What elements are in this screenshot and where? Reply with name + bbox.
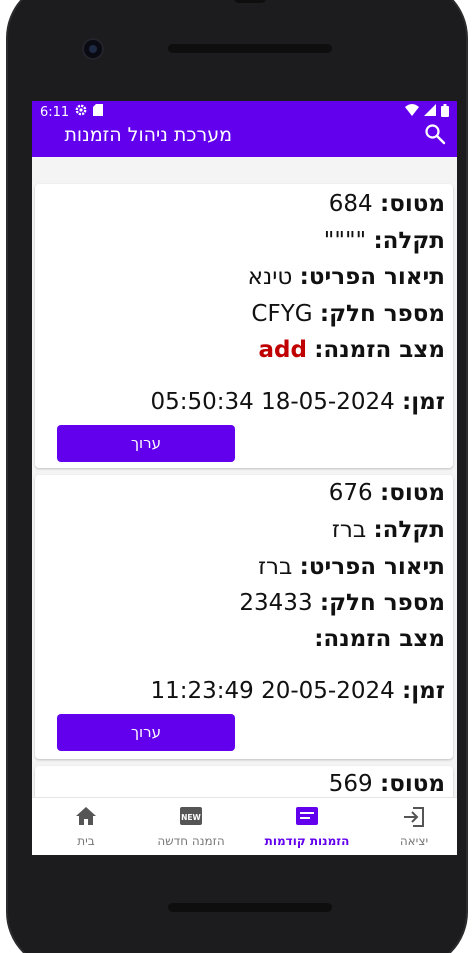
- part-number-row: מספר חלק: CFYG: [251, 299, 445, 329]
- status-bar: 6:11: [32, 101, 457, 123]
- orders-list[interactable]: מטוס: 684 תקלה: """" תיאור הפריט: טינא מ…: [32, 157, 457, 797]
- wifi-icon: [405, 104, 419, 120]
- fault-row: תקלה: ברז: [332, 515, 445, 545]
- settings-gear-icon: [75, 104, 87, 120]
- front-camera: [82, 38, 104, 60]
- flight-value: 684: [328, 191, 373, 217]
- signal-icon: [424, 104, 436, 120]
- item-desc-row: תיאור הפריט: טינא: [248, 262, 445, 292]
- time-row: זמן: 18-05-2024 05:50:34: [150, 387, 445, 417]
- order-status-row: מצב הזמנה:: [314, 624, 445, 654]
- flight-label: מטוס:: [380, 480, 445, 506]
- flight-row: מטוס: 684: [329, 189, 445, 219]
- battery-icon: [441, 103, 449, 121]
- part-number-value: 23433: [239, 590, 313, 616]
- app-title: מערכת ניהול הזמנות: [64, 124, 232, 146]
- nav-item-new-order[interactable]: NEW הזמנה חדשה: [144, 798, 238, 855]
- time-value: 20-05-2024 11:23:49: [150, 678, 395, 704]
- search-button[interactable]: [420, 123, 446, 149]
- part-number-row: מספר חלק: 23433: [239, 588, 445, 618]
- order-card: מטוס: 684 תקלה: """" תיאור הפריט: טינא מ…: [35, 184, 453, 468]
- time-label: זמן:: [402, 678, 445, 704]
- status-time: 6:11: [40, 104, 70, 120]
- app-bar: מערכת ניהול הזמנות: [32, 123, 457, 157]
- phone-frame: 6:11 מערכת ניהול הזמנות מטוס: 684 תקלה: …: [0, 0, 474, 953]
- order-status-label: מצב הזמנה:: [314, 626, 445, 652]
- svg-text:NEW: NEW: [181, 813, 201, 822]
- fault-value: ברז: [331, 517, 367, 543]
- item-desc-label: תיאור הפריט:: [299, 554, 445, 580]
- edit-button[interactable]: ערוך: [57, 425, 235, 462]
- new-badge-icon: NEW: [180, 806, 202, 829]
- bottom-navigation: יציאה הזמנות קודמות NEW הזמנה חדשה בית: [32, 797, 457, 855]
- edit-button[interactable]: ערוך: [57, 714, 235, 751]
- flight-label: מטוס:: [380, 771, 445, 797]
- flight-value: 676: [328, 480, 373, 506]
- nav-label-logout: יציאה: [399, 834, 429, 848]
- order-card: מטוס: 569: [35, 766, 453, 797]
- item-desc-label: תיאור הפריט:: [299, 264, 445, 290]
- order-status-row: מצב הזמנה: add: [258, 335, 445, 365]
- phone-top-notch: [234, 0, 266, 3]
- nav-item-previous-orders[interactable]: הזמנות קודמות: [250, 798, 364, 855]
- flight-value: 569: [328, 771, 373, 797]
- time-row: זמן: 20-05-2024 11:23:49: [150, 676, 445, 706]
- nav-label-previous-orders: הזמנות קודמות: [264, 834, 350, 848]
- flight-row: מטוס: 569: [329, 769, 445, 797]
- part-number-value: CFYG: [251, 301, 313, 327]
- fault-label: תקלה:: [373, 517, 445, 543]
- bottom-speaker-grill: [168, 903, 332, 912]
- home-icon: [75, 806, 97, 829]
- time-label: זמן:: [402, 389, 445, 415]
- earpiece-grill: [168, 44, 332, 53]
- nav-label-home: בית: [77, 834, 95, 848]
- flight-row: מטוס: 676: [329, 478, 445, 508]
- part-number-label: מספר חלק:: [319, 301, 445, 327]
- fault-row: תקלה: """": [324, 226, 445, 256]
- app-screen: 6:11 מערכת ניהול הזמנות מטוס: 684 תקלה: …: [32, 101, 457, 855]
- order-status-label: מצב הזמנה:: [314, 337, 445, 363]
- item-desc-value: טינא: [247, 264, 293, 290]
- item-desc-row: תיאור הפריט: ברז: [258, 552, 445, 582]
- nav-label-new-order: הזמנה חדשה: [157, 834, 225, 848]
- time-value: 18-05-2024 05:50:34: [150, 389, 395, 415]
- part-number-label: מספר חלק:: [319, 590, 445, 616]
- orders-list-icon: [295, 806, 319, 829]
- fault-label: תקלה:: [373, 228, 445, 254]
- flight-label: מטוס:: [380, 191, 445, 217]
- nav-item-home[interactable]: בית: [46, 798, 126, 855]
- nav-item-logout[interactable]: יציאה: [374, 798, 454, 855]
- sd-card-icon: [93, 104, 104, 120]
- logout-icon: [402, 806, 426, 831]
- search-icon: [424, 124, 446, 149]
- item-desc-value: ברז: [258, 554, 293, 580]
- fault-value: """": [323, 228, 367, 254]
- order-status-value: add: [258, 337, 307, 363]
- order-card: מטוס: 676 תקלה: ברז תיאור הפריט: ברז מספ…: [35, 475, 453, 759]
